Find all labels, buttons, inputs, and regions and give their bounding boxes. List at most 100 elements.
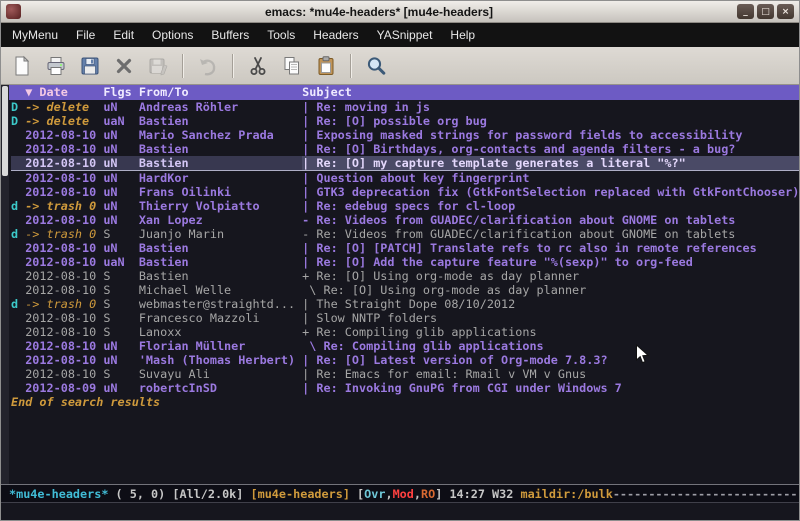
message-flags: uaN xyxy=(103,114,139,128)
message-row[interactable]: 2012-08-10uNBastien| Re: [O] my capture … xyxy=(11,156,799,171)
message-row[interactable]: 2012-08-10uN'Mash (Thomas Herbert)| Re: … xyxy=(11,353,799,367)
message-from: Lanoxx xyxy=(139,325,302,339)
message-row[interactable]: 2012-08-10SFrancesco Mazzoli| Slow NNTP … xyxy=(11,311,799,325)
message-mark xyxy=(11,241,25,255)
message-row[interactable]: 2012-08-10uNBastien| Re: [O] Birthdays, … xyxy=(11,142,799,156)
minimize-button[interactable]: _ xyxy=(737,4,754,19)
message-flags: uN xyxy=(103,213,139,227)
message-row[interactable]: D-> deleteuNAndreas Röhler| Re: moving i… xyxy=(11,100,799,114)
message-subject: | Re: [O] [PATCH] Translate refs to rc a… xyxy=(302,241,799,255)
maximize-button[interactable]: □ xyxy=(757,4,774,19)
message-from: Bastien xyxy=(139,156,302,170)
message-row[interactable]: 2012-08-10SBastien+ Re: [O] Using org-mo… xyxy=(11,269,799,283)
menu-options[interactable]: Options xyxy=(143,23,202,47)
column-header-from[interactable]: From/To xyxy=(139,85,302,100)
message-row[interactable]: d-> trash 0uNThierry Volpiatto| Re: edeb… xyxy=(11,199,799,213)
column-header-subject[interactable]: Subject xyxy=(302,85,799,100)
message-flags: uN xyxy=(103,381,139,395)
window-icon xyxy=(6,4,21,19)
modeline-plain: , xyxy=(414,487,421,501)
cut-icon[interactable] xyxy=(245,53,271,79)
message-flags: uN xyxy=(103,339,139,353)
message-date: 2012-08-10 xyxy=(25,367,103,381)
message-subject: \ Re: Compiling glib applications xyxy=(302,339,799,353)
toolbar-separator xyxy=(350,54,352,78)
window-controls: _□× xyxy=(737,4,794,19)
message-mark xyxy=(11,142,25,156)
scrollbar-track[interactable] xyxy=(1,85,9,484)
message-from: robertcInSD xyxy=(139,381,302,395)
column-header-date[interactable]: ▼ Date xyxy=(25,85,103,100)
message-from: Florian Müllner xyxy=(139,339,302,353)
modeline-plain: , xyxy=(385,487,392,501)
menu-file[interactable]: File xyxy=(67,23,104,47)
message-subject: | Slow NNTP folders xyxy=(302,311,799,325)
search-icon[interactable] xyxy=(363,53,389,79)
menu-help[interactable]: Help xyxy=(441,23,484,47)
message-row[interactable]: 2012-08-09uNrobertcInSD| Re: Invoking Gn… xyxy=(11,381,799,395)
message-date: 2012-08-10 xyxy=(25,156,103,170)
message-from: 'Mash (Thomas Herbert) xyxy=(139,353,302,367)
message-from: Thierry Volpiatto xyxy=(139,199,302,213)
message-from: Francesco Mazzoli xyxy=(139,311,302,325)
mode-line: *mu4e-headers* ( 5, 0) [All/2.0k] [mu4e-… xyxy=(1,484,799,503)
message-row[interactable]: 2012-08-10uNBastien| Re: [O] [PATCH] Tra… xyxy=(11,241,799,255)
menu-mymenu[interactable]: MyMenu xyxy=(3,23,67,47)
message-from: webmaster@straightd... xyxy=(139,297,302,311)
message-date: 2012-08-10 xyxy=(25,213,103,227)
message-flags: S xyxy=(103,283,139,297)
message-date: 2012-08-10 xyxy=(25,185,103,199)
message-row[interactable]: 2012-08-10uaNBastien| Re: [O] Add the ca… xyxy=(11,255,799,269)
message-mark xyxy=(11,367,25,381)
message-row[interactable]: 2012-08-10uNFrans Oilinki| GTK3 deprecat… xyxy=(11,185,799,199)
message-row[interactable]: 2012-08-10SSuvayu Ali| Re: Emacs for ema… xyxy=(11,367,799,381)
message-subject: | Re: Emacs for email: Rmail v VM v Gnus xyxy=(302,367,799,381)
copy-icon[interactable] xyxy=(279,53,305,79)
message-row[interactable]: 2012-08-10SLanoxx+ Re: Compiling glib ap… xyxy=(11,325,799,339)
column-header-flags[interactable]: Flgs xyxy=(103,85,139,100)
message-subject: | Re: [O] my capture template generates … xyxy=(302,156,799,170)
print-icon[interactable] xyxy=(43,53,69,79)
message-mark xyxy=(11,128,25,142)
menu-tools[interactable]: Tools xyxy=(258,23,304,47)
message-row[interactable]: 2012-08-10uNFlorian Müllner \ Re: Compil… xyxy=(11,339,799,353)
message-subject: | Re: [O] Birthdays, org-contacts and ag… xyxy=(302,142,799,156)
message-mark xyxy=(11,353,25,367)
modeline-mod: Mod xyxy=(393,487,414,501)
new-file-icon[interactable] xyxy=(9,53,35,79)
message-row[interactable]: 2012-08-10SMichael Welle \ Re: [O] Using… xyxy=(11,283,799,297)
scrollbar-thumb[interactable] xyxy=(2,86,8,176)
message-row[interactable]: d-> trash 0Swebmaster@straightd...| The … xyxy=(11,297,799,311)
modeline-plain: [All/2.0k] xyxy=(172,487,250,501)
message-date: -> delete xyxy=(25,100,103,114)
menu-edit[interactable]: Edit xyxy=(104,23,143,47)
message-row[interactable]: d-> trash 0SJuanjo Marin- Re: Videos fro… xyxy=(11,227,799,241)
message-mark xyxy=(11,325,25,339)
message-row[interactable]: 2012-08-10uNMario Sanchez Prada| Exposin… xyxy=(11,128,799,142)
message-date: 2012-08-10 xyxy=(25,353,103,367)
message-mark xyxy=(11,311,25,325)
close-buffer-icon[interactable] xyxy=(111,53,137,79)
message-flags: uN xyxy=(103,156,139,170)
message-date: 2012-08-10 xyxy=(25,311,103,325)
message-row[interactable]: 2012-08-10uNXan Lopez- Re: Videos from G… xyxy=(11,213,799,227)
message-row[interactable]: D-> deleteuaNBastien| Re: [O] possible o… xyxy=(11,114,799,128)
undo-icon xyxy=(195,53,221,79)
message-row[interactable]: 2012-08-10uNHardKor| Question about key … xyxy=(11,171,799,185)
message-subject: | Question about key fingerprint xyxy=(302,171,799,185)
message-date: -> trash 0 xyxy=(25,199,103,213)
modeline-ovr: Ovr xyxy=(364,487,385,501)
message-subject: | Re: [O] Add the capture feature "%(sex… xyxy=(302,255,799,269)
toolbar-separator xyxy=(182,54,184,78)
modeline-dir: maildir:/bulk xyxy=(520,487,612,501)
menu-bar: MyMenuFileEditOptionsBuffersToolsHeaders… xyxy=(1,23,799,47)
save-icon[interactable] xyxy=(77,53,103,79)
menu-headers[interactable]: Headers xyxy=(304,23,367,47)
menu-buffers[interactable]: Buffers xyxy=(202,23,258,47)
message-mark: D xyxy=(11,100,25,114)
close-button[interactable]: × xyxy=(777,4,794,19)
paste-icon[interactable] xyxy=(313,53,339,79)
message-mark xyxy=(11,381,25,395)
message-date: 2012-08-10 xyxy=(25,128,103,142)
menu-yasnippet[interactable]: YASnippet xyxy=(368,23,442,47)
